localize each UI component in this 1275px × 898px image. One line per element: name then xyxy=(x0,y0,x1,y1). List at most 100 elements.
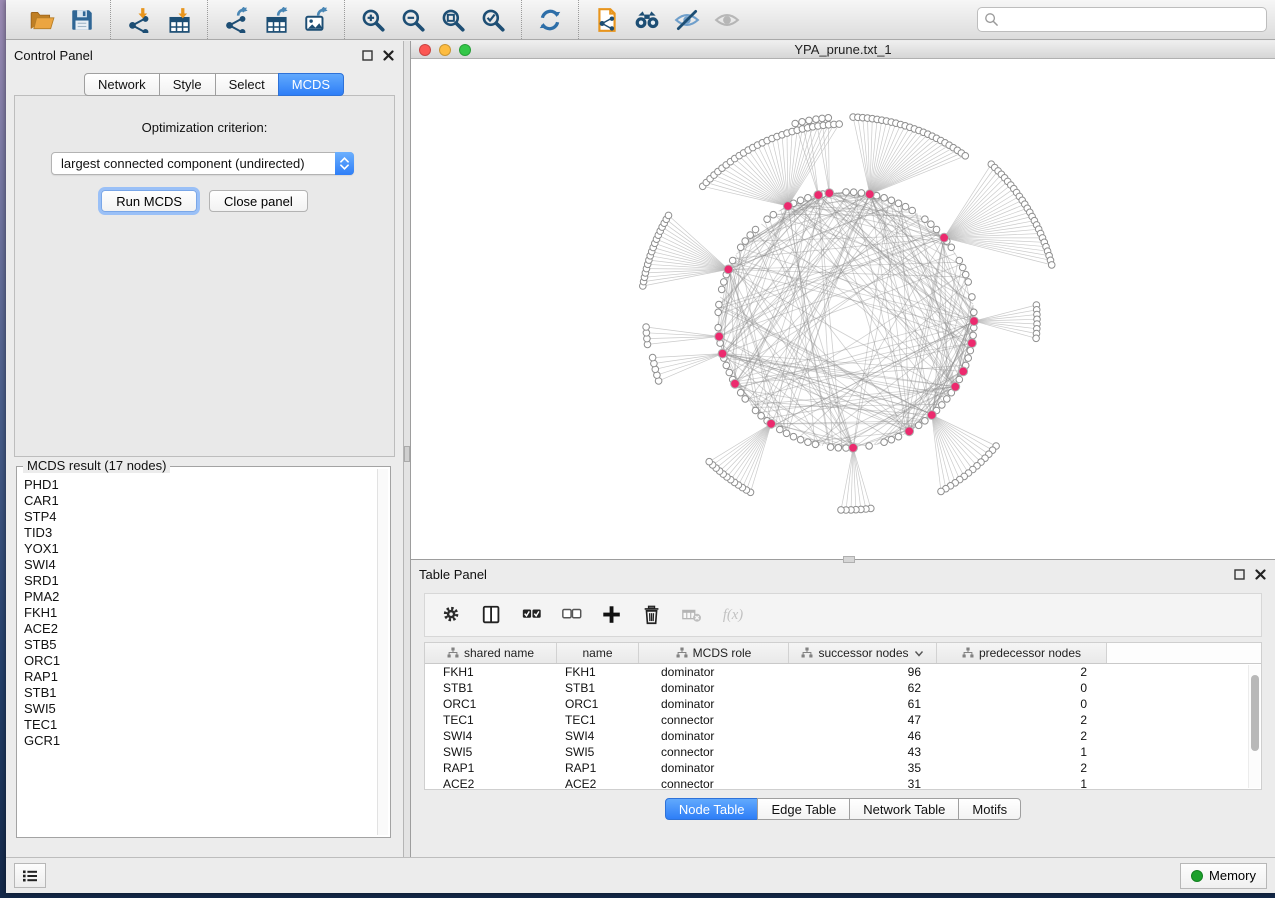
zoom-in-icon xyxy=(360,7,386,33)
show-hidden-button[interactable] xyxy=(707,4,747,36)
mcds-result-item[interactable]: SWI4 xyxy=(24,557,377,573)
table-cell: SWI4 xyxy=(557,729,639,743)
mcds-list-scrollbar[interactable] xyxy=(377,469,388,835)
mcds-result-item[interactable]: STB5 xyxy=(24,637,377,653)
network-from-selection-icon xyxy=(594,7,620,33)
mcds-result-item[interactable]: SRD1 xyxy=(24,573,377,589)
open-file-button[interactable] xyxy=(22,4,62,36)
tab-select[interactable]: Select xyxy=(215,73,279,96)
table-cell: TEC1 xyxy=(557,713,639,727)
float-panel-button[interactable] xyxy=(361,49,374,62)
mcds-result-item[interactable]: RAP1 xyxy=(24,669,377,685)
mcds-result-item[interactable]: YOX1 xyxy=(24,541,377,557)
mcds-result-item[interactable]: TID3 xyxy=(24,525,377,541)
table-scrollbar-thumb[interactable] xyxy=(1251,675,1259,751)
table-cell: connector xyxy=(639,713,789,727)
column-header-shared-name[interactable]: shared name xyxy=(425,643,557,663)
export-image-button[interactable] xyxy=(296,4,336,36)
add-column-button[interactable] xyxy=(595,598,629,632)
tab-mcds[interactable]: MCDS xyxy=(278,73,344,96)
table-settings-icon xyxy=(441,604,463,626)
tab-network[interactable]: Network xyxy=(84,73,160,96)
table-row[interactable]: SWI5SWI5connector431 xyxy=(425,744,1247,760)
mcds-result-item[interactable]: TEC1 xyxy=(24,717,377,733)
table-header-row: shared namenameMCDS rolesuccessor nodesp… xyxy=(425,643,1261,664)
table-row[interactable]: FKH1FKH1dominator962 xyxy=(425,664,1247,680)
table-row[interactable]: SWI4SWI4dominator462 xyxy=(425,728,1247,744)
export-network-button[interactable] xyxy=(216,4,256,36)
horizontal-splitter-handle[interactable] xyxy=(843,556,855,563)
zoom-out-button[interactable] xyxy=(393,4,433,36)
delete-columns-icon xyxy=(641,604,663,626)
table-cell: SWI4 xyxy=(425,729,557,743)
mcds-result-item[interactable]: ORC1 xyxy=(24,653,377,669)
panel-menu-button[interactable] xyxy=(14,863,46,888)
tab-style[interactable]: Style xyxy=(159,73,216,96)
splitter-handle[interactable] xyxy=(404,446,410,462)
mcds-result-item[interactable]: FKH1 xyxy=(24,605,377,621)
tab-edge-table[interactable]: Edge Table xyxy=(757,798,850,820)
import-table-button[interactable] xyxy=(159,4,199,36)
import-network-button[interactable] xyxy=(119,4,159,36)
search-binoculars-button[interactable] xyxy=(627,4,667,36)
search-input[interactable] xyxy=(977,7,1267,32)
status-bar: Memory xyxy=(6,857,1275,893)
mcds-result-list[interactable]: PHD1CAR1STP4TID3YOX1SWI4SRD1PMA2FKH1ACE2… xyxy=(19,469,377,835)
table-cell: FKH1 xyxy=(425,665,557,679)
save-session-button[interactable] xyxy=(62,4,102,36)
tab-motifs[interactable]: Motifs xyxy=(958,798,1021,820)
mcds-result-item[interactable]: CAR1 xyxy=(24,493,377,509)
network-from-selection-button[interactable] xyxy=(587,4,627,36)
zoom-fit-button[interactable] xyxy=(433,4,473,36)
network-window-titlebar[interactable]: YPA_prune.txt_1 xyxy=(411,41,1275,59)
function-builder-button[interactable]: f(x) xyxy=(715,598,749,632)
refresh-layout-button[interactable] xyxy=(530,4,570,36)
mcds-result-item[interactable]: GCR1 xyxy=(24,733,377,749)
mcds-result-item[interactable]: PHD1 xyxy=(24,477,377,493)
table-scrollbar[interactable] xyxy=(1248,665,1260,788)
float-table-panel-button[interactable] xyxy=(1233,568,1246,581)
delete-table-button[interactable] xyxy=(675,598,709,632)
table-body: FKH1FKH1dominator962STB1STB1dominator620… xyxy=(425,664,1247,789)
column-header-name[interactable]: name xyxy=(557,643,639,663)
mcds-result-item[interactable]: PMA2 xyxy=(24,589,377,605)
search-icon xyxy=(984,12,999,27)
table-cell: dominator xyxy=(639,761,789,775)
column-header-MCDS-role[interactable]: MCDS role xyxy=(639,643,789,663)
delete-columns-button[interactable] xyxy=(635,598,669,632)
mcds-result-item[interactable]: SWI5 xyxy=(24,701,377,717)
memory-button[interactable]: Memory xyxy=(1180,863,1267,889)
tab-node-table[interactable]: Node Table xyxy=(665,798,759,820)
export-table-button[interactable] xyxy=(256,4,296,36)
show-columns-button[interactable] xyxy=(475,598,509,632)
close-panel-button[interactable] xyxy=(382,49,395,62)
table-settings-button[interactable] xyxy=(435,598,469,632)
optimization-criterion-select[interactable]: largest connected component (undirected) xyxy=(51,152,354,175)
zoom-in-button[interactable] xyxy=(353,4,393,36)
column-header-predecessor-nodes[interactable]: predecessor nodes xyxy=(937,643,1107,663)
close-table-panel-button[interactable] xyxy=(1254,568,1267,581)
table-row[interactable]: ACE2ACE2connector311 xyxy=(425,776,1247,790)
table-row[interactable]: TEC1TEC1connector472 xyxy=(425,712,1247,728)
column-header-successor-nodes[interactable]: successor nodes xyxy=(789,643,937,663)
mcds-result-item[interactable]: STP4 xyxy=(24,509,377,525)
zoom-out-icon xyxy=(400,7,426,33)
table-row[interactable]: STB1STB1dominator620 xyxy=(425,680,1247,696)
mcds-result-item[interactable]: STB1 xyxy=(24,685,377,701)
hide-selected-button[interactable] xyxy=(667,4,707,36)
run-mcds-button[interactable]: Run MCDS xyxy=(101,190,197,212)
select-all-rows-button[interactable] xyxy=(515,598,549,632)
table-row[interactable]: RAP1RAP1dominator352 xyxy=(425,760,1247,776)
close-panel-mcds-button[interactable]: Close panel xyxy=(209,190,308,212)
leaf-nodes[interactable] xyxy=(640,114,1056,514)
vertical-splitter[interactable] xyxy=(403,41,411,857)
mcds-result-item[interactable]: ACE2 xyxy=(24,621,377,637)
table-cell: dominator xyxy=(639,681,789,695)
deselect-all-rows-button[interactable] xyxy=(555,598,589,632)
table-row[interactable]: ORC1ORC1dominator610 xyxy=(425,696,1247,712)
column-type-icon xyxy=(801,647,813,659)
zoom-selected-button[interactable] xyxy=(473,4,513,36)
network-canvas[interactable] xyxy=(411,59,1275,559)
tab-network-table[interactable]: Network Table xyxy=(849,798,959,820)
optimization-criterion-value: largest connected component (undirected) xyxy=(61,156,305,171)
